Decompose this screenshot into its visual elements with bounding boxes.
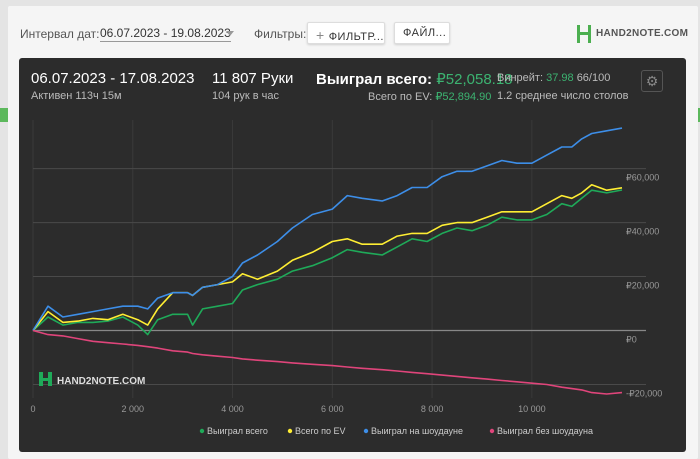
series-line-2 (32, 127, 623, 331)
x-tick-label: 8 000 (421, 404, 444, 414)
series-line-1 (32, 184, 623, 331)
x-tick-label: 2 000 (122, 404, 145, 414)
y-tick-label: ₽20,000 (626, 281, 659, 291)
brand-logo[interactable]: HAND2NOTE.COM (576, 24, 688, 46)
graph-panel: Интервал дат: 06.07.2023 - 19.08.2023 Фи… (8, 6, 698, 459)
chart-grid (32, 120, 646, 398)
files-button-label: ФАЙЛ... (403, 27, 447, 39)
filter-bar: Интервал дат: 06.07.2023 - 19.08.2023 Фи… (8, 6, 698, 56)
chart-card: 06.07.2023 - 17.08.2023 Активен 113ч 15м… (19, 58, 686, 452)
chart-series (32, 127, 623, 395)
legend-label: Выиграл на шоудауне (371, 426, 463, 436)
y-axis: ₽60,000 ₽40,000 ₽20,000 ₽0 -₽20,000 (626, 173, 662, 399)
watermark-text: HAND2NOTE.COM (57, 376, 145, 387)
legend-marker (199, 428, 205, 434)
date-range-label: Интервал дат: (20, 27, 100, 41)
x-tick-label: 0 (30, 404, 35, 414)
legend-label: Выиграл без шоудауна (497, 426, 593, 436)
brand-name: HAND2NOTE.COM (596, 28, 689, 39)
y-tick-label: ₽0 (626, 335, 637, 345)
legend-marker (287, 428, 293, 434)
filters-label: Фильтры: (254, 27, 307, 41)
legend-label: Всего по EV (295, 426, 345, 436)
chart-legend: Выиграл всего Всего по EV Выиграл на шоуда… (199, 426, 593, 436)
legend-label: Выиграл всего (207, 426, 268, 436)
plus-icon: + (316, 27, 325, 43)
y-tick-label: ₽60,000 (626, 173, 659, 183)
filter-button-label: ФИЛЬТР... (328, 31, 384, 43)
y-tick-label: -₽20,000 (626, 389, 662, 399)
x-tick-label: 10 000 (518, 404, 546, 414)
files-button[interactable]: ФАЙЛ... (394, 22, 450, 44)
hand2note-logo-icon (577, 25, 591, 43)
y-tick-label: ₽40,000 (626, 227, 659, 237)
x-tick-label: 4 000 (221, 404, 244, 414)
watermark-logo-right (48, 372, 52, 386)
legend-marker (363, 428, 369, 434)
x-axis: 0 2 000 4 000 6 000 8 000 10 000 (30, 404, 545, 414)
filter-button[interactable]: + ФИЛЬТР... (307, 22, 385, 44)
date-range-selector[interactable]: 06.07.2023 - 19.08.2023 (100, 26, 231, 42)
profit-line-chart: ₽60,000 ₽40,000 ₽20,000 ₽0 -₽20,000 0 2 000 4 … (30, 120, 662, 436)
x-tick-label: 6 000 (321, 404, 344, 414)
chevron-down-icon[interactable] (226, 31, 234, 36)
legend-marker (489, 428, 495, 434)
